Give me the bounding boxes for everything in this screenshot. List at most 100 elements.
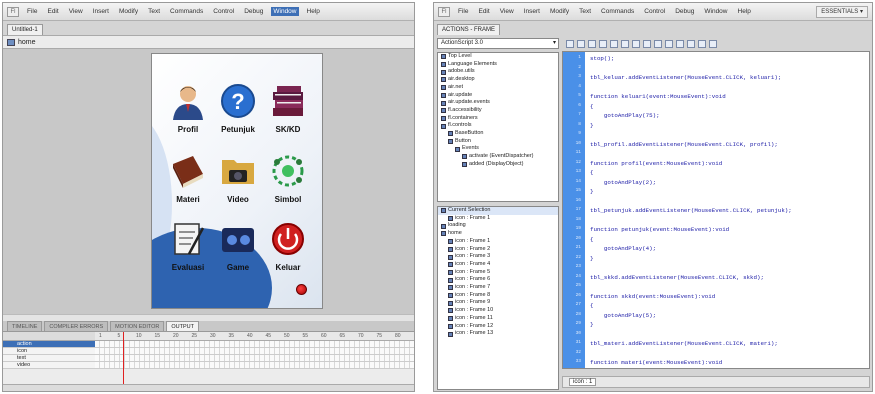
tab-motion-editor[interactable]: MOTION EDITOR	[110, 321, 165, 331]
menu-tile-petunjuk[interactable]: ? Petunjuk	[216, 82, 260, 144]
help-icon[interactable]	[709, 39, 717, 48]
scene-label[interactable]: home	[18, 39, 36, 46]
tree-item[interactable]: air.desktop	[438, 76, 558, 84]
tree-item[interactable]: icon : Frame 11	[438, 315, 558, 323]
tree-item[interactable]: Current Selection	[438, 207, 558, 215]
frame-row[interactable]	[95, 348, 414, 355]
menu-text[interactable]: Text	[146, 7, 162, 16]
tree-item[interactable]: loading	[438, 222, 558, 230]
frame-row[interactable]	[95, 355, 414, 362]
tree-item[interactable]: home	[438, 230, 558, 238]
tree-item[interactable]: icon : Frame 2	[438, 246, 558, 254]
line-number: 3	[578, 74, 581, 79]
uncomment-icon[interactable]	[676, 39, 684, 48]
tree-item[interactable]: icon : Frame 1	[438, 215, 558, 223]
tree-item[interactable]: air.update	[438, 92, 558, 100]
actions-panel-tab[interactable]: ACTIONS - FRAME	[437, 24, 501, 35]
tree-item[interactable]: icon : Frame 3	[438, 253, 558, 261]
tree-item[interactable]: icon : Frame 9	[438, 299, 558, 307]
tree-item[interactable]: Top Level	[438, 53, 558, 61]
tab-output[interactable]: OUTPUT	[166, 321, 200, 331]
tree-item[interactable]: air.net	[438, 84, 558, 92]
menu-control[interactable]: Control	[211, 7, 236, 16]
menu-modify[interactable]: Modify	[117, 7, 140, 16]
menu-commands[interactable]: Commands	[599, 7, 636, 16]
code-snippets-icon[interactable]	[698, 39, 706, 48]
menu-insert[interactable]: Insert	[91, 7, 111, 16]
tree-item[interactable]: icon : Frame 6	[438, 276, 558, 284]
tree-item[interactable]: icon : Frame 10	[438, 307, 558, 315]
menu-edit[interactable]: Edit	[476, 7, 491, 16]
debug-options-icon[interactable]	[632, 39, 640, 48]
tree-item[interactable]: icon : Frame 5	[438, 269, 558, 277]
auto-format-icon[interactable]	[610, 39, 618, 48]
menu-tile-game[interactable]: Game	[216, 220, 260, 282]
menu-view[interactable]: View	[498, 7, 516, 16]
frame-row[interactable]	[95, 362, 414, 369]
menu-insert[interactable]: Insert	[522, 7, 542, 16]
target-icon[interactable]	[588, 39, 596, 48]
menu-debug[interactable]: Debug	[242, 7, 265, 16]
tree-item[interactable]: fl.containers	[438, 115, 558, 123]
menu-help[interactable]: Help	[305, 7, 322, 16]
menu-control[interactable]: Control	[642, 7, 667, 16]
comment-icon[interactable]	[665, 39, 673, 48]
menu-text[interactable]: Text	[577, 7, 593, 16]
tree-item[interactable]: activate (EventDispatcher)	[438, 153, 558, 161]
horizontal-scrollbar[interactable]	[3, 314, 414, 321]
tree-item[interactable]: fl.accessibility	[438, 107, 558, 115]
playhead[interactable]	[123, 332, 124, 384]
menu-view[interactable]: View	[67, 7, 85, 16]
record-button[interactable]	[296, 284, 307, 295]
menu-tile-skkd[interactable]: SK/KD	[266, 82, 310, 144]
menu-help[interactable]: Help	[736, 7, 753, 16]
layer-row[interactable]: video	[3, 362, 95, 369]
tree-item[interactable]: icon : Frame 4	[438, 261, 558, 269]
tree-item[interactable]: BaseButton	[438, 130, 558, 138]
menu-commands[interactable]: Commands	[168, 7, 205, 16]
toolbox-icon[interactable]	[687, 39, 695, 48]
tree-item[interactable]: added (DisplayObject)	[438, 161, 558, 169]
menu-tile-keluar[interactable]: Keluar	[266, 220, 310, 282]
tree-item[interactable]: icon : Frame 8	[438, 292, 558, 300]
tree-item[interactable]: icon : Frame 13	[438, 330, 558, 338]
tree-item[interactable]: fl.controls	[438, 122, 558, 130]
script-tab[interactable]: icon : 1	[569, 378, 597, 386]
menu-tile-simbol[interactable]: Simbol	[266, 152, 310, 214]
tree-item[interactable]: air.update.events	[438, 99, 558, 107]
expand-icon[interactable]	[654, 39, 662, 48]
code-hint-icon[interactable]	[621, 39, 629, 48]
menu-edit[interactable]: Edit	[45, 7, 60, 16]
tree-item[interactable]: icon : Frame 1	[438, 238, 558, 246]
menu-file[interactable]: File	[25, 7, 39, 16]
tree-item[interactable]: adobe.utils	[438, 68, 558, 76]
tree-item[interactable]: icon : Frame 7	[438, 284, 558, 292]
tree-item[interactable]: Events	[438, 145, 558, 153]
actionscript-version-select[interactable]: ActionScript 3.0 ▾	[437, 38, 559, 49]
menu-tile-profil[interactable]: Profil	[166, 82, 210, 144]
layer-row[interactable]: text	[3, 355, 95, 362]
tree-item[interactable]: icon : Frame 12	[438, 323, 558, 331]
collapse-icon[interactable]	[643, 39, 651, 48]
menu-debug[interactable]: Debug	[673, 7, 696, 16]
menu-tile-materi[interactable]: Materi	[166, 152, 210, 214]
check-syntax-icon[interactable]	[599, 39, 607, 48]
tab-timeline[interactable]: TIMELINE	[7, 321, 43, 331]
menu-file[interactable]: File	[456, 7, 470, 16]
menu-tile-video[interactable]: Video	[216, 152, 260, 214]
layer-row[interactable]: action	[3, 341, 95, 348]
layer-row[interactable]: icon	[3, 348, 95, 355]
menu-modify[interactable]: Modify	[548, 7, 571, 16]
script-editor[interactable]: 1 stop(); 2 3 tbl_keluar.addEventListener(Mo…	[562, 51, 870, 369]
find-icon[interactable]	[577, 39, 585, 48]
document-tab[interactable]: Untitled-1	[7, 24, 43, 35]
menu-tile-evaluasi[interactable]: Evaluasi	[166, 220, 210, 282]
tree-item[interactable]: Button	[438, 138, 558, 146]
menu-window[interactable]: Window	[702, 7, 729, 16]
frame-row[interactable]	[95, 341, 414, 348]
menu-window[interactable]: Window	[271, 7, 299, 16]
tree-item[interactable]: Language Elements	[438, 61, 558, 69]
tab-compiler-errors[interactable]: COMPILER ERRORS	[44, 321, 109, 331]
add-item-icon[interactable]	[566, 39, 574, 48]
workspace-switcher[interactable]: ESSENTIALS ▾	[816, 6, 868, 18]
